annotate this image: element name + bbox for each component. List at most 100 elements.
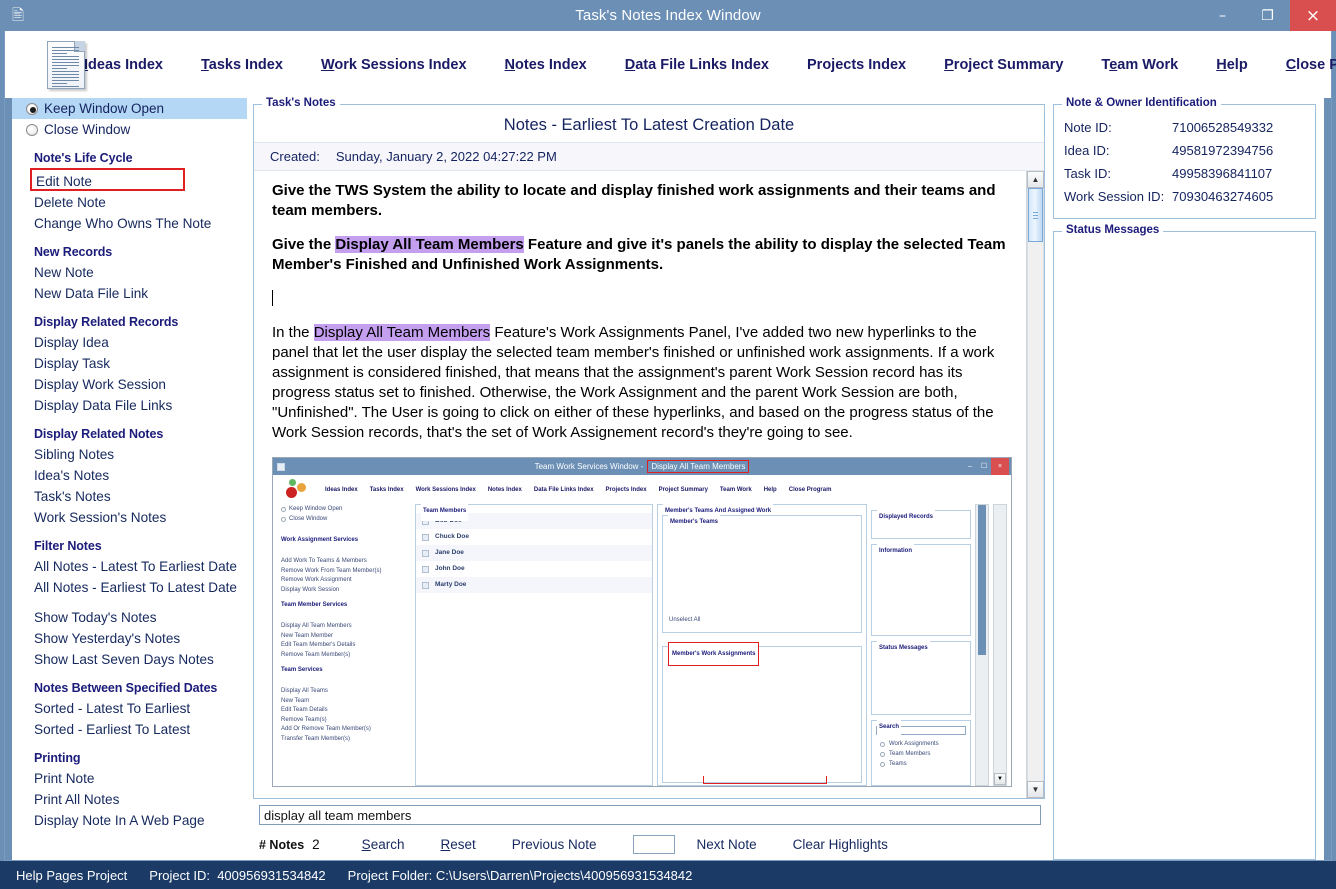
sidebar-item-sorted-latest-earliest[interactable]: Sorted - Latest To Earliest bbox=[12, 698, 247, 719]
radio-off-icon bbox=[26, 123, 38, 136]
status-project-id-value: 400956931534842 bbox=[217, 867, 326, 883]
sidebar-item-sibling-notes[interactable]: Sibling Notes bbox=[12, 444, 247, 465]
scroll-up-arrow-icon[interactable]: ▲ bbox=[1027, 171, 1044, 188]
note-number-input[interactable] bbox=[632, 835, 675, 854]
sidebar-item-print-note[interactable]: Print Note bbox=[12, 768, 247, 789]
sidebar-item-sorted-earliest-latest[interactable]: Sorted - Earliest To Latest bbox=[12, 719, 247, 740]
note-p3-post: Feature's Work Assignments Panel, I've a… bbox=[272, 324, 995, 441]
scroll-track[interactable] bbox=[1027, 188, 1044, 781]
embedded-group-heading: Work Assignment Services bbox=[281, 537, 359, 543]
nav-work-sessions-index[interactable]: Work Sessions Index bbox=[321, 57, 467, 73]
sidebar-item-show-last-seven-days[interactable]: Show Last Seven Days Notes bbox=[12, 649, 247, 670]
nav-notes-index[interactable]: Notes Index bbox=[505, 57, 587, 73]
notes-toolbar: # Notes 2 Search Reset Previous Note Nex… bbox=[253, 829, 1045, 860]
sidebar-item-display-work-session[interactable]: Display Work Session bbox=[12, 374, 247, 395]
embedded-radio-label: Close Window bbox=[289, 516, 328, 522]
status-project-id-label: Project ID: bbox=[149, 867, 210, 883]
checkbox-icon bbox=[422, 565, 429, 573]
nav-help[interactable]: Help bbox=[1216, 57, 1247, 73]
sidebar-item-show-yesterdays-notes[interactable]: Show Yesterday's Notes bbox=[12, 628, 247, 649]
note-caret-line bbox=[272, 289, 1012, 309]
sidebar-item-display-task[interactable]: Display Task bbox=[12, 353, 247, 374]
sidebar-item-new-data-file-link[interactable]: New Data File Link bbox=[12, 283, 247, 304]
embedded-nav-item: Help bbox=[763, 487, 777, 493]
radio-keep-window-open[interactable]: Keep Window Open bbox=[12, 98, 247, 119]
embedded-information-panel: Information bbox=[871, 541, 971, 636]
embedded-scroll-track bbox=[976, 505, 988, 785]
minimize-button[interactable]: – bbox=[1200, 0, 1245, 31]
top-navigation: Ideas Index Tasks Index Work Sessions In… bbox=[5, 31, 1336, 98]
status-folder-value: C:\Users\Darren\Projects\400956931534842 bbox=[435, 867, 693, 883]
clear-highlights-button[interactable]: Clear Highlights bbox=[793, 837, 888, 852]
id-row-note: Note ID: 71006528549332 bbox=[1054, 116, 1315, 139]
embedded-outer-scrollbar: ▼ bbox=[993, 504, 1007, 786]
sidebar-item-tasks-notes[interactable]: Task's Notes bbox=[12, 486, 247, 507]
search-row bbox=[253, 799, 1045, 829]
embedded-team-members-panel: Team Members Bob Doe Chuck Doe Jane Doe … bbox=[415, 501, 653, 786]
sidebar-group-heading: Printing bbox=[34, 751, 81, 765]
embedded-sidebar: Keep Window Open Close Window Work Assig… bbox=[277, 504, 411, 786]
status-messages-fieldset: Status Messages bbox=[1053, 224, 1316, 860]
nav-tasks-index[interactable]: Tasks Index bbox=[201, 57, 283, 73]
body-row: Keep Window Open Close Window Note's Lif… bbox=[5, 97, 1331, 860]
sidebar-item-all-notes-earliest-latest[interactable]: All Notes - Earliest To Latest Date bbox=[12, 577, 247, 598]
radio-on-icon bbox=[26, 102, 38, 115]
maximize-button[interactable]: ❐ bbox=[1245, 0, 1290, 31]
radio-off-icon bbox=[880, 751, 885, 757]
embedded-radio-close: Close Window bbox=[281, 514, 411, 524]
embedded-teams-legend: Member's Teams bbox=[668, 512, 721, 532]
nav-project-summary[interactable]: Project Summary bbox=[944, 57, 1063, 73]
radio-close-window[interactable]: Close Window bbox=[12, 119, 247, 140]
embedded-displayed-records-legend: Displayed Records bbox=[877, 507, 936, 527]
embedded-nav-item: Work Sessions Index bbox=[415, 487, 476, 493]
embedded-nav: Ideas Index Tasks Index Work Sessions In… bbox=[273, 476, 1011, 504]
sidebar-item-display-data-file-links[interactable]: Display Data File Links bbox=[12, 395, 247, 416]
note-id-label: Note ID: bbox=[1064, 120, 1112, 135]
embedded-right-panel: Displayed Records 5 Information Stat bbox=[871, 504, 971, 786]
sidebar-item-all-notes-latest-earliest[interactable]: All Notes - Latest To Earliest Date bbox=[12, 556, 247, 577]
search-button[interactable]: Search bbox=[362, 837, 405, 852]
scroll-thumb[interactable] bbox=[1028, 188, 1043, 242]
search-input[interactable] bbox=[259, 805, 1041, 825]
embedded-title-highlight: Display All Team Members bbox=[647, 459, 750, 473]
embedded-displayed-records: Displayed Records 5 bbox=[871, 507, 971, 539]
next-note-button[interactable]: Next Note bbox=[697, 837, 757, 852]
sidebar-item-edit-note[interactable]: Edit Note bbox=[30, 168, 185, 191]
sidebar-item-show-todays-notes[interactable]: Show Today's Notes bbox=[12, 607, 247, 628]
nav-ideas-index[interactable]: Ideas Index bbox=[84, 57, 163, 73]
embedded-inner-scrollbar bbox=[975, 504, 989, 786]
nav-close-program[interactable]: Close Program bbox=[1286, 57, 1336, 73]
scroll-down-arrow-icon[interactable]: ▼ bbox=[1027, 781, 1044, 798]
embedded-side-item: Remove Work From Team Member(s) bbox=[281, 567, 382, 574]
embedded-search-panel: Search Work Assignments Team Members Tea… bbox=[871, 717, 971, 786]
embedded-nav-item: Close Program bbox=[788, 487, 832, 493]
tasks-notes-fieldset: Task's Notes Notes - Earliest To Latest … bbox=[253, 97, 1045, 799]
sidebar-item-delete-note[interactable]: Delete Note bbox=[12, 192, 247, 213]
nav-data-file-links-index[interactable]: Data File Links Index bbox=[625, 57, 769, 73]
sidebar-item-ideas-notes[interactable]: Idea's Notes bbox=[12, 465, 247, 486]
note-vertical-scrollbar[interactable]: ▲ ▼ bbox=[1026, 171, 1044, 798]
note-body[interactable]: Give the TWS System the ability to locat… bbox=[254, 171, 1026, 798]
sidebar-item-change-owner[interactable]: Change Who Owns The Note bbox=[12, 213, 247, 234]
reset-button[interactable]: Reset bbox=[440, 837, 475, 852]
work-session-id-label: Work Session ID: bbox=[1064, 189, 1165, 204]
notes-count-value: 2 bbox=[312, 837, 320, 852]
nav-projects-index[interactable]: Projects Index bbox=[807, 57, 906, 73]
window-document-icon: 🖹 bbox=[11, 7, 25, 24]
embedded-member-row: Marty Doe bbox=[416, 577, 652, 593]
close-button[interactable]: × bbox=[1290, 0, 1336, 31]
embedded-side-item: Edit Team Details bbox=[281, 707, 328, 713]
sidebar-item-print-all-notes[interactable]: Print All Notes bbox=[12, 789, 247, 810]
id-row-idea: Idea ID: 49581972394756 bbox=[1054, 139, 1315, 162]
status-folder-label: Project Folder: bbox=[347, 867, 433, 883]
embedded-nav-item: Data File Links Index bbox=[533, 487, 594, 493]
status-project-id: Project ID: 400956931534842 bbox=[149, 868, 325, 883]
sidebar-item-work-sessions-notes[interactable]: Work Session's Notes bbox=[12, 507, 247, 528]
sidebar-item-new-note[interactable]: New Note bbox=[12, 262, 247, 283]
radio-off-icon bbox=[281, 516, 286, 522]
previous-note-button[interactable]: Previous Note bbox=[512, 837, 597, 852]
nav-team-work[interactable]: Team Work bbox=[1101, 57, 1178, 73]
status-project-name: Help Pages Project bbox=[16, 867, 128, 883]
sidebar-item-display-note-web-page[interactable]: Display Note In A Web Page bbox=[12, 810, 247, 831]
sidebar-item-display-idea[interactable]: Display Idea bbox=[12, 332, 247, 353]
